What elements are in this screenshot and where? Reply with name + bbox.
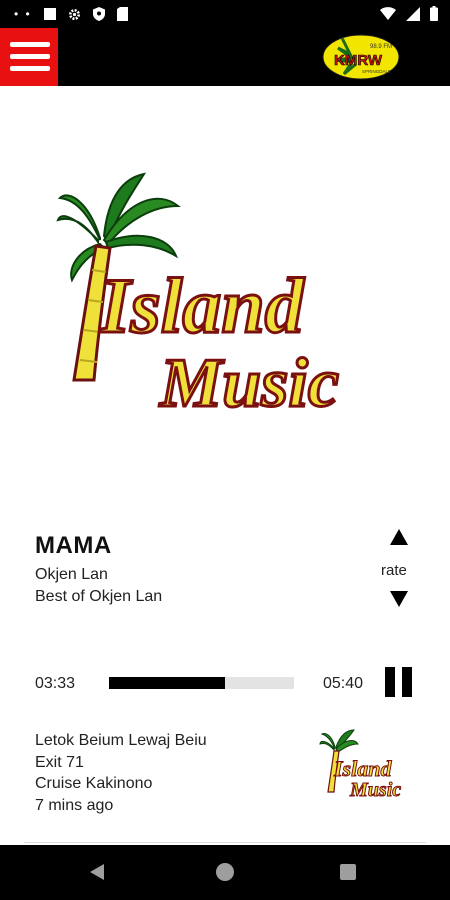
hamburger-icon [10,42,50,47]
notification-square-icon [43,8,56,20]
menu-button[interactable] [0,28,58,86]
track-title: MAMA [35,532,112,559]
hamburger-bar [10,66,50,71]
pause-button[interactable] [385,667,413,697]
recents-icon[interactable] [340,864,356,880]
notification-dots-icon: • • [14,7,32,21]
battery-icon [430,6,438,21]
sim-card-icon [116,7,128,21]
rate-up-button[interactable] [386,526,412,548]
station-logo-text: KMRW [334,52,383,69]
hamburger-bar [10,54,50,59]
station-logo-freq: 98.9 FM [370,44,392,50]
recent-artist: Exit 71 [35,753,84,771]
recent-title: Letok Beium Lewaj Beiu [35,732,207,749]
recent-time-ago: 7 mins ago [35,796,114,814]
system-navigation-bar [0,845,450,900]
station-logo-sub: SPRINGDALE [362,69,391,74]
progress-fill [109,677,225,689]
artwork-line2: Music [159,345,339,422]
rate-label: rate [381,562,407,579]
app-bar: 98.9 FM KMRW SPRINGDALE [0,28,450,86]
rate-down-button[interactable] [386,588,412,610]
shield-icon [92,7,105,21]
divider [24,842,426,843]
artwork-line1: Island [99,262,305,349]
recent-album: Cruise Kakinono [35,775,153,792]
album-artwork: Island Music [56,172,340,424]
track-artist: Okjen Lan [35,566,108,583]
time-total: 05:40 [323,675,364,692]
signal-icon [406,6,420,21]
time-elapsed: 03:33 [35,675,76,692]
status-bar: • • [0,0,450,28]
pause-icon-bar [402,667,412,697]
track-album: Best of Okjen Lan [35,588,163,605]
home-icon[interactable] [216,863,234,881]
pause-icon [385,667,395,697]
settings-gear-icon [68,8,80,20]
wifi-icon [380,7,396,20]
back-icon[interactable] [88,862,106,882]
recent-artwork-thumbnail: Island Music [319,729,402,798]
station-logo: 98.9 FM KMRW SPRINGDALE [322,34,400,80]
progress-bar[interactable] [109,677,294,689]
recent-thumb-line1: Island [333,756,392,781]
recently-played-item[interactable]: Letok Beium Lewaj Beiu Exit 71 Cruise Ka… [35,730,207,816]
recent-thumb-line2: Music [349,779,401,798]
